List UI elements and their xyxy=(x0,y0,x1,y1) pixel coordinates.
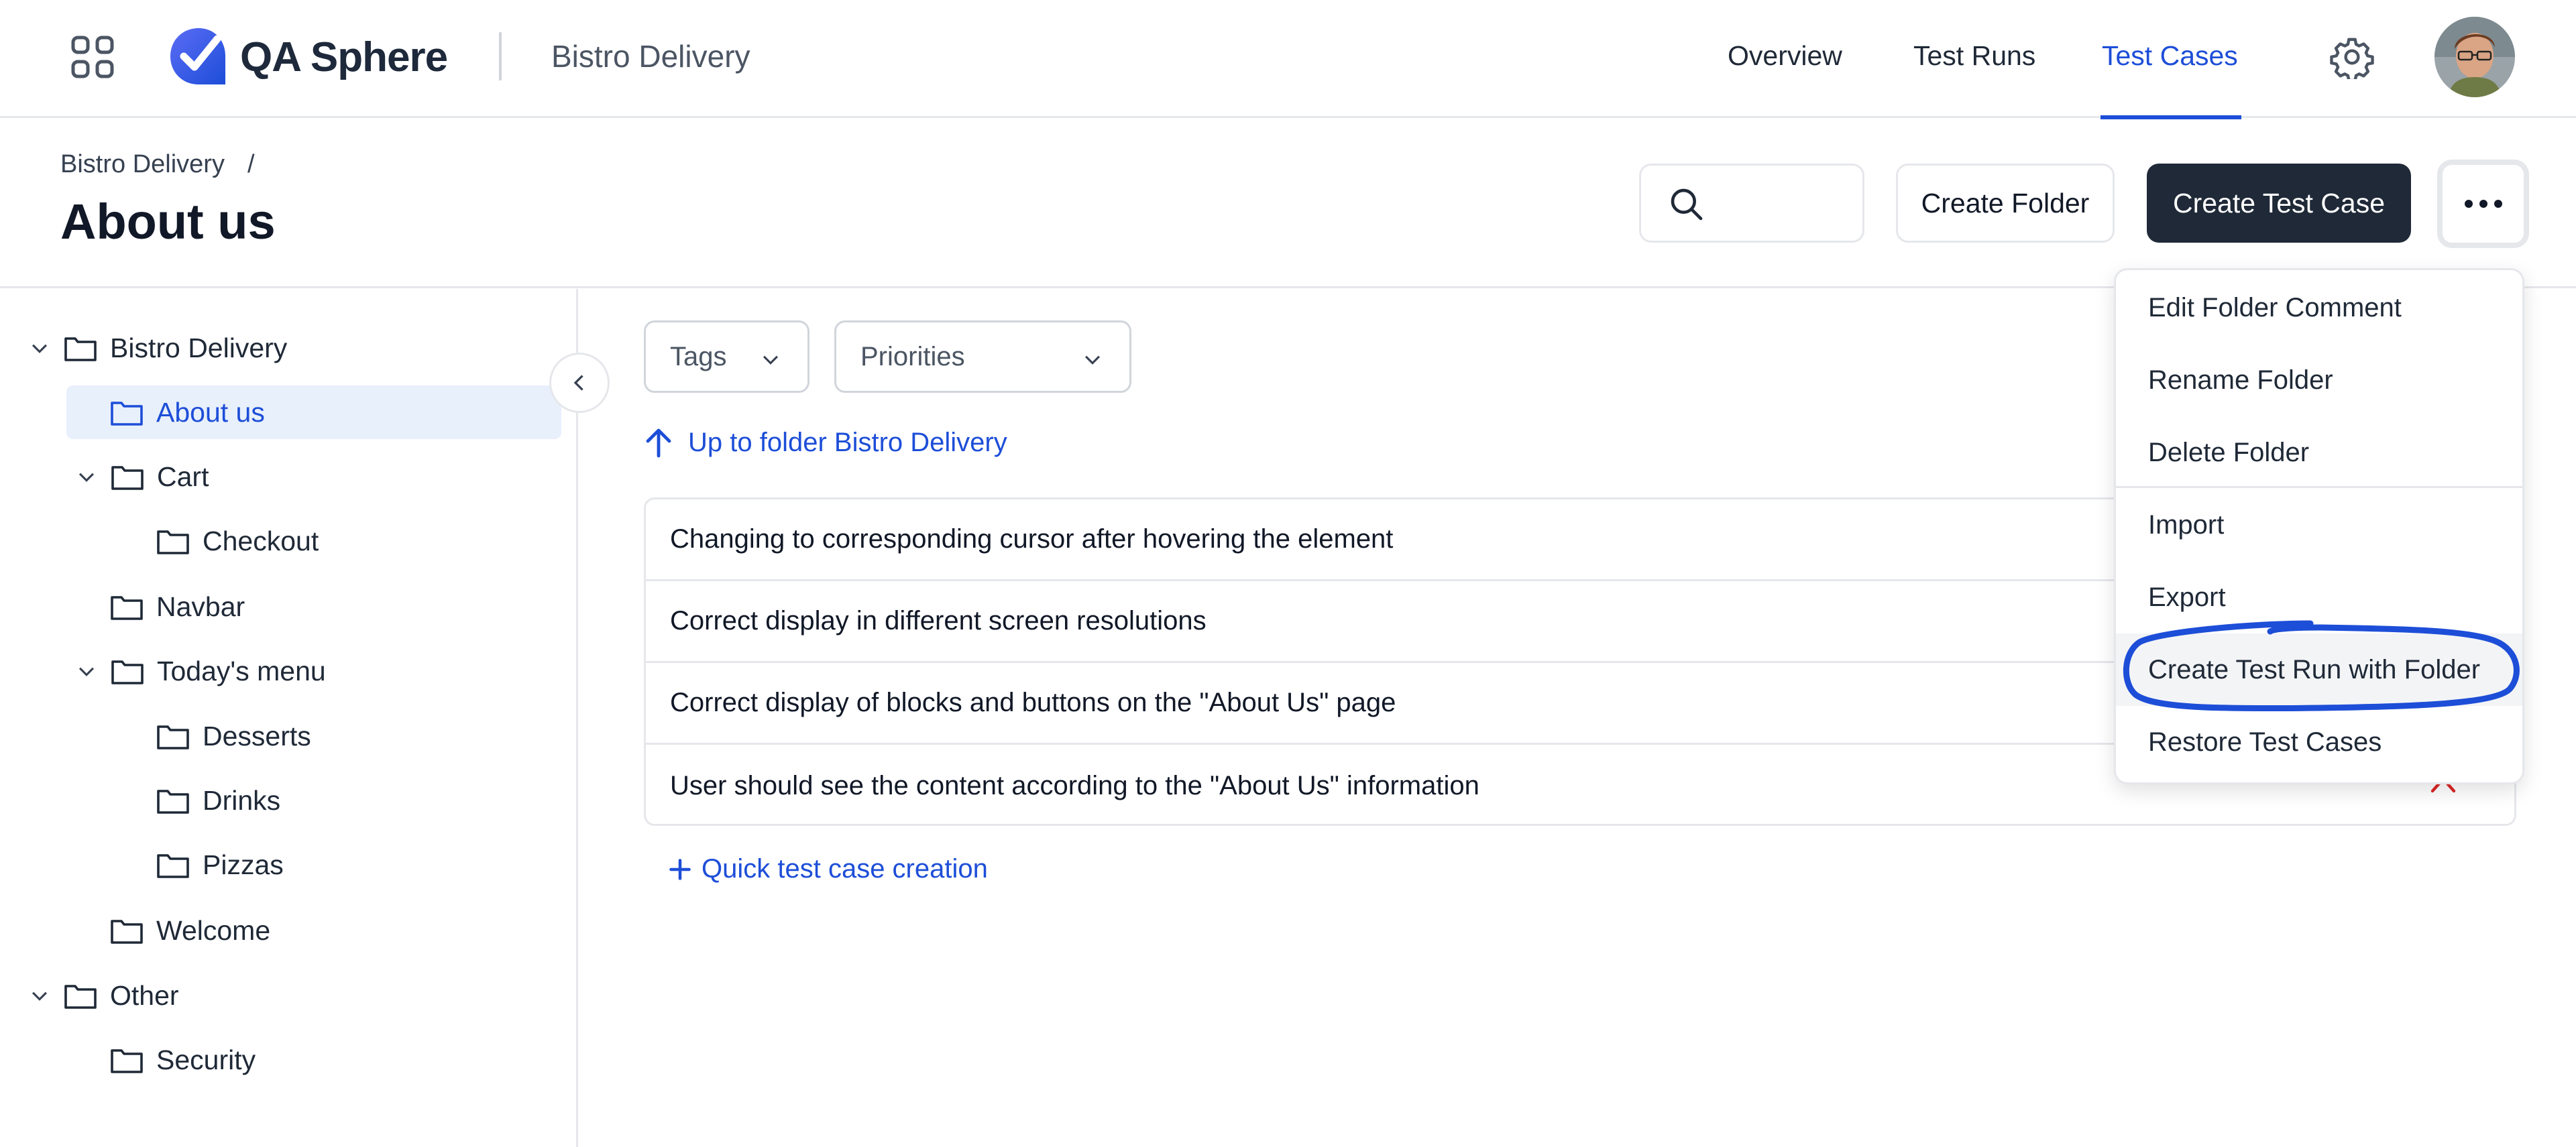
chevron-down-icon[interactable] xyxy=(75,465,98,488)
folder-icon xyxy=(111,1049,143,1073)
priorities-filter-dropdown[interactable]: Priorities xyxy=(834,320,1131,393)
menu-item-delete-folder[interactable]: Delete Folder xyxy=(2116,416,2522,489)
test-case-title: Correct display in different screen reso… xyxy=(670,606,1207,636)
tags-filter-dropdown[interactable]: Tags xyxy=(644,320,809,393)
tree-item-about-us[interactable]: About us xyxy=(66,385,561,439)
menu-item-import[interactable]: Import xyxy=(2116,489,2522,561)
up-to-folder-link[interactable]: Up to folder Bistro Delivery xyxy=(644,426,1007,459)
tree-item-bistro-delivery[interactable]: Bistro Delivery xyxy=(28,321,287,375)
breadcrumb-separator: / xyxy=(247,150,255,178)
tree-item-desserts[interactable]: Desserts xyxy=(156,709,311,763)
top-navigation-bar: QA Sphere Bistro Delivery Overview Test … xyxy=(0,0,2576,119)
up-to-folder-label: Up to folder Bistro Delivery xyxy=(688,427,1007,457)
menu-divider xyxy=(2116,486,2522,488)
menu-item-export[interactable]: Export xyxy=(2116,561,2522,633)
tree-item-label: Other xyxy=(110,979,179,1011)
gear-icon[interactable] xyxy=(2330,35,2374,79)
nav-overview[interactable]: Overview xyxy=(1728,40,1842,72)
chevron-left-icon xyxy=(573,375,583,391)
folder-icon xyxy=(111,596,143,620)
nav-test-runs[interactable]: Test Runs xyxy=(1913,40,2035,72)
tree-item-label: Welcome xyxy=(156,914,271,946)
test-case-title: Changing to corresponding cursor after h… xyxy=(670,524,1394,554)
user-avatar[interactable] xyxy=(2434,17,2515,97)
tree-item-todays-menu[interactable]: Today's menu xyxy=(75,644,326,698)
project-name[interactable]: Bistro Delivery xyxy=(551,38,750,74)
brand-name: QA Sphere xyxy=(240,34,448,80)
folder-icon xyxy=(157,530,189,554)
tree-item-label: Security xyxy=(156,1044,256,1075)
tree-item-label: Drinks xyxy=(203,784,281,816)
tree-item-drinks[interactable]: Drinks xyxy=(156,774,280,827)
tree-item-label: Cart xyxy=(157,461,209,492)
quick-test-case-creation-link[interactable]: Quick test case creation xyxy=(668,854,988,884)
tree-item-checkout[interactable]: Checkout xyxy=(156,514,319,568)
tree-item-label: Bistro Delivery xyxy=(110,332,288,363)
menu-item-rename-folder[interactable]: Rename Folder xyxy=(2116,344,2522,416)
arrow-up-icon xyxy=(646,428,671,458)
folder-icon xyxy=(111,466,144,490)
qa-sphere-logo-icon[interactable] xyxy=(164,23,234,90)
folder-icon xyxy=(157,725,189,749)
collapse-sidebar-button[interactable] xyxy=(549,353,610,413)
ellipsis-icon xyxy=(2464,200,2502,208)
menu-item-edit-folder-comment[interactable]: Edit Folder Comment xyxy=(2116,271,2522,344)
folder-icon xyxy=(157,854,189,878)
plus-icon xyxy=(669,858,691,880)
chevron-down-icon xyxy=(1084,355,1101,365)
search-icon xyxy=(1671,188,1703,221)
breadcrumb-item-bistro-delivery[interactable]: Bistro Delivery xyxy=(60,150,225,178)
quick-test-case-creation-label: Quick test case creation xyxy=(702,854,988,884)
more-options-button[interactable] xyxy=(2437,160,2529,248)
page-header: Bistro Delivery / About us Create Folder … xyxy=(0,119,2576,288)
tree-item-welcome[interactable]: Welcome xyxy=(109,904,270,957)
nav-divider xyxy=(499,32,502,80)
folder-icon xyxy=(64,337,97,361)
tree-item-cart[interactable]: Cart xyxy=(75,450,209,503)
folder-tree-sidebar: Bistro Delivery About us Cart Checkout N… xyxy=(0,289,578,1147)
folder-actions-menu: Edit Folder Comment Rename Folder Delete… xyxy=(2114,268,2524,784)
tree-item-label: Today's menu xyxy=(157,655,326,686)
nav-test-cases[interactable]: Test Cases xyxy=(2102,40,2238,72)
tree-item-navbar[interactable]: Navbar xyxy=(109,580,245,633)
test-case-title: Correct display of blocks and buttons on… xyxy=(670,688,1396,717)
create-test-case-button[interactable]: Create Test Case xyxy=(2147,164,2411,243)
chevron-down-icon xyxy=(763,355,779,365)
tree-item-label: Navbar xyxy=(156,591,245,622)
folder-icon xyxy=(157,790,189,814)
chevron-down-icon[interactable] xyxy=(28,984,51,1007)
page-title: About us xyxy=(60,194,276,249)
folder-icon xyxy=(111,920,143,944)
chevron-down-icon[interactable] xyxy=(28,337,51,359)
chevron-down-icon[interactable] xyxy=(75,660,98,682)
folder-icon xyxy=(64,985,97,1009)
tree-item-pizzas[interactable]: Pizzas xyxy=(156,838,284,892)
tree-item-other[interactable]: Other xyxy=(28,969,179,1022)
menu-item-restore-test-cases[interactable]: Restore Test Cases xyxy=(2116,706,2522,778)
menu-item-create-test-run-with-folder[interactable]: Create Test Run with Folder xyxy=(2116,633,2522,706)
tree-item-security[interactable]: Security xyxy=(109,1033,256,1087)
tree-item-label: About us xyxy=(156,396,265,428)
priorities-filter-label: Priorities xyxy=(860,341,965,371)
apps-grid-icon[interactable] xyxy=(70,35,115,79)
folder-icon xyxy=(111,402,143,426)
test-case-title: User should see the content according to… xyxy=(670,770,1479,800)
tree-item-label: Desserts xyxy=(203,720,311,751)
folder-icon xyxy=(111,660,144,684)
tree-item-label: Pizzas xyxy=(203,849,284,880)
search-input[interactable] xyxy=(1639,164,1864,243)
tree-item-label: Checkout xyxy=(203,525,319,556)
tags-filter-label: Tags xyxy=(670,341,727,371)
breadcrumb: Bistro Delivery / xyxy=(60,150,255,179)
create-folder-button[interactable]: Create Folder xyxy=(1896,164,2115,243)
